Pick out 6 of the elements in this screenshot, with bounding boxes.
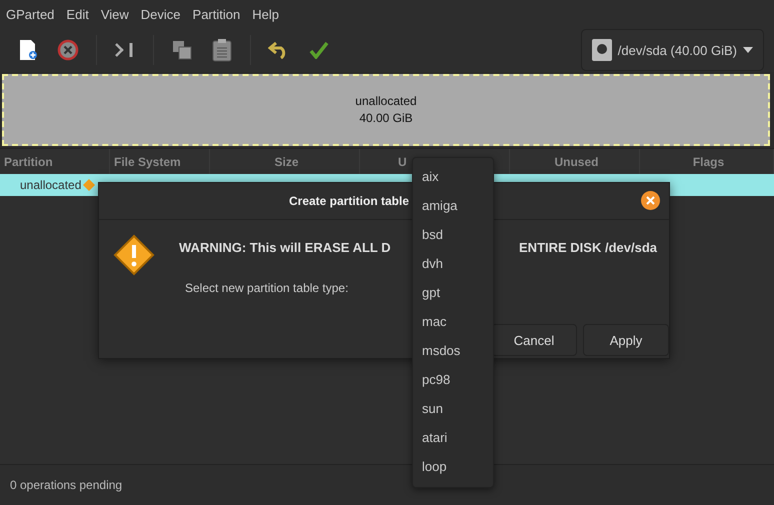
partition-size: 40.00 GiB xyxy=(359,110,413,127)
warning-text: WARNING: This will ERASE ALL D xyxy=(179,240,391,255)
dialog-title: Create partition table xyxy=(288,194,410,208)
warning-text: ENTIRE DISK /dev/sda xyxy=(519,240,657,255)
table-type-label: Select new partition table type: xyxy=(185,281,348,295)
partition-name: unallocated xyxy=(355,93,417,110)
